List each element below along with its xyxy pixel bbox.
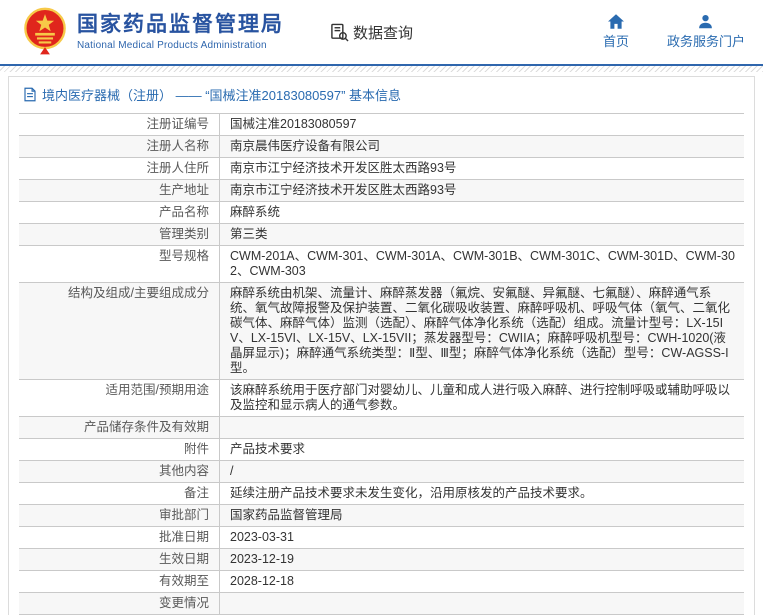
row-label: 批准日期 bbox=[19, 527, 220, 548]
table-row: 注册证编号 国械注准20183080597 bbox=[19, 114, 744, 136]
document-search-icon bbox=[331, 23, 349, 42]
table-row: 生效日期 2023-12-19 bbox=[19, 549, 744, 571]
row-label: 备注 bbox=[19, 483, 220, 504]
table-row: 变更情况 bbox=[19, 593, 744, 615]
row-value: 产品技术要求 bbox=[230, 442, 306, 456]
row-label-text: 注册人名称 bbox=[146, 139, 209, 153]
row-label-text: 注册人住所 bbox=[146, 161, 209, 175]
row-label-text: 型号规格 bbox=[158, 249, 209, 263]
row-label: 生效日期 bbox=[19, 549, 220, 570]
row-value: 麻醉系统 bbox=[230, 205, 281, 219]
home-icon bbox=[607, 14, 624, 29]
row-value: 该麻醉系统用于医疗部门对婴幼儿、儿童和成人进行吸入麻醉、进行控制呼吸或辅助呼吸以… bbox=[230, 383, 731, 412]
row-label: 型号规格 bbox=[19, 246, 220, 282]
data-query-nav[interactable]: 数据查询 bbox=[330, 22, 413, 43]
breadcrumb-text: 境内医疗器械（注册） —— “国械注准20183080597” 基本信息 bbox=[42, 88, 402, 103]
row-label: 管理类别 bbox=[19, 224, 220, 245]
row-label: 注册证编号 bbox=[19, 114, 220, 135]
table-row: 注册人名称 南京晨伟医疗设备有限公司 bbox=[19, 136, 744, 158]
row-label: 附件 bbox=[19, 439, 220, 460]
row-label: 变更情况 bbox=[19, 593, 220, 614]
table-row: 型号规格 CWM-201A、CWM-301、CWM-301A、CWM-301B、C… bbox=[19, 246, 744, 283]
row-label-text: 管理类别 bbox=[158, 227, 209, 241]
row-value: 第三类 bbox=[230, 227, 268, 241]
data-query-label: 数据查询 bbox=[353, 24, 414, 42]
row-value: 2028-12-18 bbox=[230, 574, 294, 588]
row-label: 其他内容 bbox=[19, 461, 220, 482]
row-label: 产品储存条件及有效期 bbox=[19, 417, 220, 438]
row-label-text: 变更情况 bbox=[158, 596, 209, 610]
info-table: 注册证编号 国械注准20183080597 注册人名称 南京晨伟医疗设备有限公司 注册人… bbox=[19, 113, 744, 615]
row-label-text: 产品储存条件及有效期 bbox=[83, 420, 209, 434]
row-value: 南京市江宁经济技术开发区胜太西路93号 bbox=[230, 183, 457, 197]
document-icon bbox=[24, 87, 36, 102]
table-row: 管理类别 第三类 bbox=[19, 224, 744, 246]
content-box: 境内医疗器械（注册） —— “国械注准20183080597” 基本信息 注册证… bbox=[8, 76, 755, 615]
row-label-text: 产品名称 bbox=[158, 205, 209, 219]
row-label-text: 有效期至 bbox=[158, 574, 209, 588]
row-value: / bbox=[230, 464, 234, 478]
header: 国家药品监督管理局 National Medical Products Admi… bbox=[0, 0, 763, 66]
table-row: 产品储存条件及有效期 bbox=[19, 417, 744, 439]
row-label-text: 结构及组成/主要组成成分 bbox=[68, 286, 209, 300]
row-value: 南京市江宁经济技术开发区胜太西路93号 bbox=[230, 161, 457, 175]
row-value: 2023-12-19 bbox=[230, 552, 294, 566]
table-row: 适用范围/预期用途 该麻醉系统用于医疗部门对婴幼儿、儿童和成人进行吸入麻醉、进行控… bbox=[19, 380, 744, 417]
row-label: 结构及组成/主要组成成分 bbox=[19, 283, 220, 379]
row-label-text: 生效日期 bbox=[158, 552, 209, 566]
row-value: 2023-03-31 bbox=[230, 530, 294, 544]
table-row: 备注 延续注册产品技术要求未发生变化，沿用原核发的产品技术要求。 bbox=[19, 483, 744, 505]
nav-portal-label: 政务服务门户 bbox=[666, 34, 745, 49]
brand-text: 国家药品监督管理局 National Medical Products Admi… bbox=[77, 13, 284, 51]
row-label-text: 审批部门 bbox=[158, 508, 209, 522]
brand[interactable]: 国家药品监督管理局 National Medical Products Admi… bbox=[22, 7, 284, 57]
row-label: 注册人住所 bbox=[19, 158, 220, 179]
nav-home[interactable]: 首页 bbox=[603, 14, 629, 50]
nav-home-label: 首页 bbox=[602, 34, 629, 49]
table-row: 其他内容 / bbox=[19, 461, 744, 483]
row-label: 产品名称 bbox=[19, 202, 220, 223]
nav-portal[interactable]: 政务服务门户 bbox=[667, 14, 745, 50]
row-value: 麻醉系统由机架、流量计、麻醉蒸发器（氟烷、安氟醚、异氟醚、七氟醚）、麻醉通气系统… bbox=[230, 286, 731, 375]
breadcrumb: 境内医疗器械（注册） —— “国械注准20183080597” 基本信息 bbox=[9, 77, 754, 112]
table-row: 批准日期 2023-03-31 bbox=[19, 527, 744, 549]
national-emblem-icon bbox=[24, 7, 66, 55]
row-label-text: 批准日期 bbox=[158, 530, 209, 544]
row-label-text: 其他内容 bbox=[158, 464, 209, 478]
table-row: 结构及组成/主要组成成分 麻醉系统由机架、流量计、麻醉蒸发器（氟烷、安氟醚、异氟醚… bbox=[19, 283, 744, 380]
row-label-text: 适用范围/预期用途 bbox=[105, 383, 209, 397]
table-row: 注册人住所 南京市江宁经济技术开发区胜太西路93号 bbox=[19, 158, 744, 180]
user-icon bbox=[699, 14, 713, 29]
row-label-text: 附件 bbox=[183, 442, 209, 456]
row-value bbox=[220, 417, 744, 438]
row-label-text: 注册证编号 bbox=[146, 117, 209, 131]
table-row: 审批部门 国家药品监督管理局 bbox=[19, 505, 744, 527]
hatch-divider bbox=[0, 66, 763, 72]
row-label: 审批部门 bbox=[19, 505, 220, 526]
row-label-text: 生产地址 bbox=[158, 183, 209, 197]
table-row: 有效期至 2028-12-18 bbox=[19, 571, 744, 593]
table-row: 产品名称 麻醉系统 bbox=[19, 202, 744, 224]
row-label: 生产地址 bbox=[19, 180, 220, 201]
table-row: 生产地址 南京市江宁经济技术开发区胜太西路93号 bbox=[19, 180, 744, 202]
org-name-en: National Medical Products Administration bbox=[77, 40, 267, 51]
table-row: 附件 产品技术要求 bbox=[19, 439, 744, 461]
row-label: 注册人名称 bbox=[19, 136, 220, 157]
row-label: 有效期至 bbox=[19, 571, 220, 592]
row-value: CWM-201A、CWM-301、CWM-301A、CWM-301B、CWM-3… bbox=[230, 249, 735, 278]
row-value: 国家药品监督管理局 bbox=[230, 508, 343, 522]
row-label: 适用范围/预期用途 bbox=[19, 380, 220, 416]
top-nav: 首页 政务服务门户 bbox=[603, 14, 745, 50]
row-label-text: 备注 bbox=[183, 486, 209, 500]
row-value bbox=[220, 593, 744, 614]
row-value: 南京晨伟医疗设备有限公司 bbox=[230, 139, 381, 153]
row-value: 延续注册产品技术要求未发生变化，沿用原核发的产品技术要求。 bbox=[230, 486, 593, 500]
org-name-cn: 国家药品监督管理局 bbox=[77, 13, 284, 36]
row-value: 国械注准20183080597 bbox=[230, 117, 357, 131]
